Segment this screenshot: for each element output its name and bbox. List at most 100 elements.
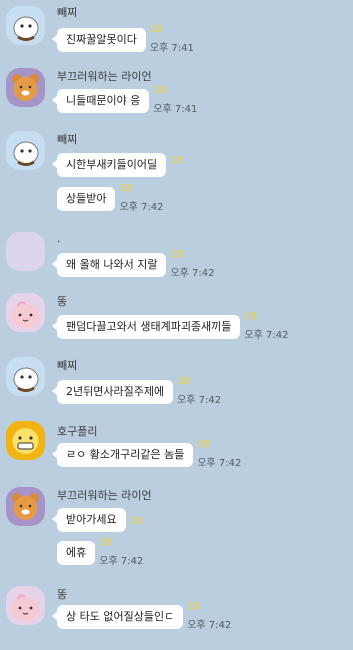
message-meta: 18 오후 7:41	[153, 85, 213, 115]
message-row: 시한부새키들이어딜 18	[52, 153, 230, 177]
message-row: 에휴 18 오후 7:42	[57, 537, 159, 567]
avatar[interactable]	[6, 357, 45, 396]
sender-name: 빼찌	[57, 359, 78, 372]
avatar[interactable]	[6, 487, 45, 526]
bubble-tail	[52, 95, 58, 105]
message-text: 진짜꿀알못이다	[66, 33, 137, 46]
message-row: 니들때문이야 응 18 오후 7:41	[52, 85, 213, 115]
unread-count: 18	[119, 183, 133, 194]
message-text: 에휴	[66, 546, 87, 559]
avatar[interactable]	[6, 131, 45, 170]
message-text: 팬덤다끌고와서 생태계파괴종새끼들	[66, 320, 232, 333]
timestamp: 오후 7:42	[187, 620, 232, 631]
avatar[interactable]	[6, 586, 45, 625]
bubble-tail	[52, 259, 58, 269]
avatar[interactable]	[6, 68, 45, 107]
message-text: 2년뒤면사라질주제에	[66, 385, 165, 398]
message-text: 니들때문이야 응	[66, 94, 141, 107]
sender-name: 똥	[57, 588, 68, 601]
timestamp: 오후 7:42	[99, 556, 144, 567]
message-bubble[interactable]: 상들받아	[57, 187, 116, 211]
unread-count: 18	[149, 24, 163, 35]
bubble-tail	[52, 514, 58, 524]
message-text: 왜 올해 나와서 지랄	[66, 258, 158, 271]
message-meta: 18 오후 7:42	[197, 439, 257, 469]
blank-profile-icon	[6, 232, 45, 271]
sender-name: 부끄러워하는 라이언	[57, 489, 152, 502]
avatar[interactable]	[6, 421, 45, 460]
timestamp: 오후 7:41	[149, 43, 194, 54]
unread-count: 18	[197, 439, 211, 450]
message-meta: 18	[130, 508, 190, 532]
message-row: 왜 올해 나와서 지랄 18 오후 7:42	[52, 249, 230, 279]
message-bubble[interactable]: 시한부새키들이어딜	[52, 153, 167, 177]
timestamp: 오후 7:41	[153, 104, 198, 115]
message-meta: 18 오후 7:42	[119, 183, 179, 213]
message-text: 상 타도 없어질상들인ㄷ	[66, 610, 175, 623]
bubble-tail	[52, 611, 58, 621]
message-bubble[interactable]: 팬덤다끌고와서 생태계파괴종새끼들	[52, 315, 241, 339]
unread-count: 18	[153, 85, 167, 96]
ryan-lion-icon	[6, 68, 45, 107]
bubble-tail	[52, 34, 58, 44]
unread-count: 18	[177, 376, 190, 387]
message-text: 상들받아	[66, 192, 107, 205]
timestamp: 오후 7:42	[177, 395, 222, 406]
timestamp: 오후 7:42	[244, 330, 289, 341]
message-meta: 18 오후 7:42	[99, 537, 159, 567]
message-text: 시한부새키들이어딜	[66, 158, 158, 171]
timestamp: 오후 7:42	[170, 268, 215, 279]
unread-count: 18	[99, 537, 112, 548]
message-row: 진짜꿀알못이다 18 오후 7:41	[52, 24, 210, 54]
sender-name: 빼찌	[57, 133, 78, 146]
unread-count: 18	[170, 155, 183, 166]
message-meta: 18	[170, 153, 230, 177]
message-bubble[interactable]: 받아가세요	[52, 508, 126, 532]
unread-count: 18	[129, 516, 143, 527]
message-row: 받아가세요 18	[52, 508, 190, 532]
white-character-icon	[6, 357, 45, 396]
message-text: ㄹㅇ 황소개구리같은 놈들	[66, 448, 185, 461]
timestamp: 오후 7:42	[197, 458, 242, 469]
message-meta: 18 오후 7:42	[244, 311, 304, 341]
avatar[interactable]	[6, 232, 45, 271]
unread-count: 18	[170, 249, 184, 260]
unread-count: 18	[187, 601, 200, 612]
message-row: 상 타도 없어질상들인ㄷ 18 오후 7:42	[52, 601, 247, 631]
message-bubble[interactable]: 에휴	[57, 541, 96, 565]
message-meta: 18 오후 7:42	[177, 376, 237, 406]
message-row: 팬덤다끌고와서 생태계파괴종새끼들 18 오후 7:42	[52, 311, 304, 341]
ryan-lion-icon	[6, 487, 45, 526]
bubble-tail	[52, 386, 58, 396]
message-bubble[interactable]: 진짜꿀알못이다	[52, 28, 146, 52]
message-row: 2년뒤면사라질주제에 18 오후 7:42	[52, 376, 237, 406]
message-meta: 18 오후 7:42	[187, 601, 247, 631]
bubble-tail	[52, 159, 58, 169]
sender-name: 호구플리	[57, 425, 98, 438]
message-bubble[interactable]: ㄹㅇ 황소개구리같은 놈들	[52, 443, 194, 467]
yellow-character-icon	[6, 421, 45, 460]
avatar[interactable]	[6, 6, 45, 45]
message-bubble[interactable]: 상 타도 없어질상들인ㄷ	[52, 605, 184, 629]
message-row: 상들받아 18 오후 7:42	[57, 183, 179, 213]
apeach-icon	[6, 586, 45, 625]
timestamp: 오후 7:42	[119, 202, 164, 213]
message-meta: 18 오후 7:42	[170, 249, 230, 279]
message-bubble[interactable]: 왜 올해 나와서 지랄	[52, 253, 167, 277]
unread-count: 18	[244, 311, 258, 322]
white-character-icon	[6, 131, 45, 170]
sender-name: .	[57, 232, 61, 245]
message-text: 받아가세요	[66, 513, 117, 526]
sender-name: 빼찌	[57, 6, 78, 19]
sender-name: 똥	[57, 295, 68, 308]
apeach-icon	[6, 293, 45, 332]
bubble-tail	[52, 449, 58, 459]
message-bubble[interactable]: 2년뒤면사라질주제에	[52, 380, 174, 404]
avatar[interactable]	[6, 293, 45, 332]
bubble-tail	[52, 321, 58, 331]
message-meta: 18 오후 7:41	[149, 24, 210, 54]
sender-name: 부끄러워하는 라이언	[57, 70, 152, 83]
message-row: ㄹㅇ 황소개구리같은 놈들 18 오후 7:42	[52, 439, 257, 469]
white-character-icon	[6, 6, 45, 45]
message-bubble[interactable]: 니들때문이야 응	[52, 89, 150, 113]
